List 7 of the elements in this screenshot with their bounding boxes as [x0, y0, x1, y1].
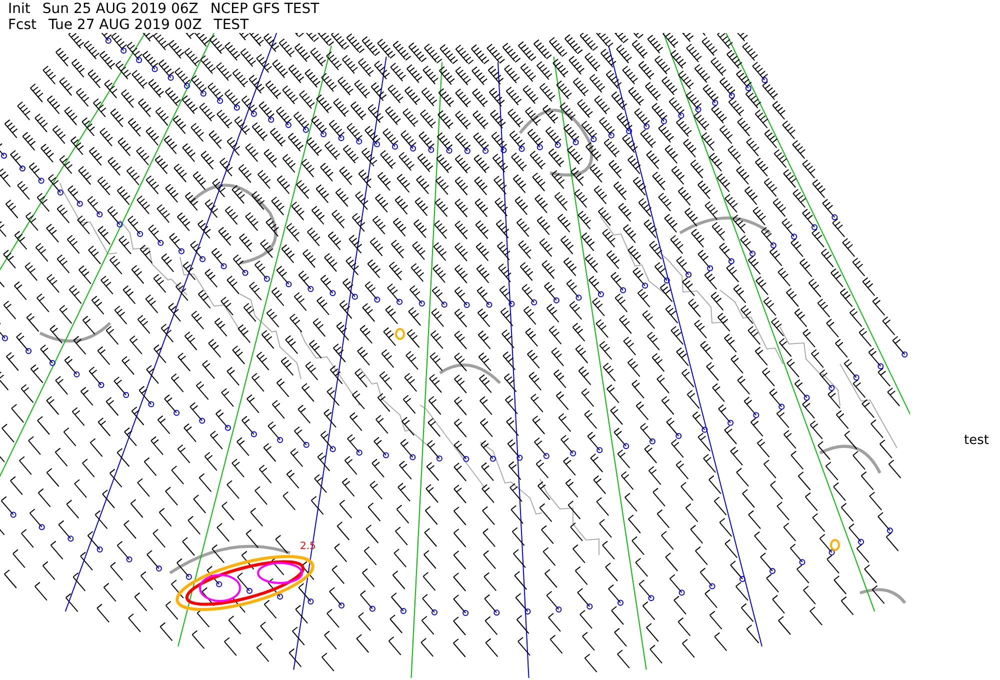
header-model: NCEP GFS TEST: [210, 1, 320, 17]
header-label: Init: [8, 1, 30, 17]
header-date: Tue 27 AUG 2019 00Z: [48, 17, 202, 33]
map-label: test: [964, 432, 989, 450]
header-label: Fcst: [8, 17, 37, 33]
header-model: TEST: [214, 17, 249, 33]
header-date: Sun 25 AUG 2019 06Z: [42, 1, 198, 17]
